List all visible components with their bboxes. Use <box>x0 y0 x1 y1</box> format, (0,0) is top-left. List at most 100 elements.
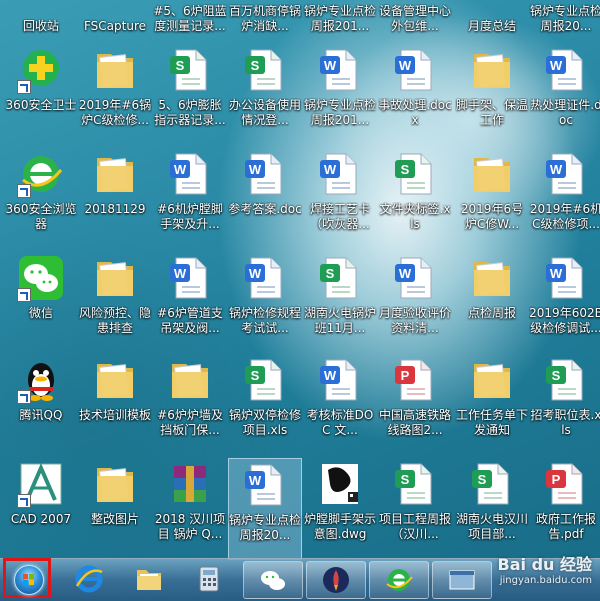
desktop-icon[interactable]: S 办公设备使用情况登... <box>228 44 302 146</box>
desktop-icon[interactable]: 脚手架、保温工作 <box>455 44 529 146</box>
desktop-icon-label: 锅炉双停检修项目.xls <box>228 408 301 437</box>
desktop-icon[interactable]: 2018 汉川项目 锅炉 Q... <box>153 458 227 560</box>
desktop-icon[interactable]: 微信 <box>4 252 78 354</box>
taskbar-360-browser[interactable] <box>369 561 429 599</box>
desktop-icon[interactable]: 炉膛脚手架示意图.dwg <box>303 458 377 560</box>
desktop-icon[interactable]: #5、6炉阻蓝度测量记录... <box>153 0 227 34</box>
svg-text:S: S <box>251 58 260 73</box>
desktop-icon[interactable]: P 中国高速铁路线路图2... <box>378 354 452 456</box>
start-button[interactable] <box>3 558 51 598</box>
svg-text:W: W <box>249 266 262 281</box>
desktop-icon[interactable]: 工作任务单下发通知 <box>455 354 529 456</box>
desktop-icon[interactable]: 腾讯QQ <box>4 354 78 456</box>
cad-icon <box>17 460 65 508</box>
desktop-icon[interactable]: 360安全卫士 <box>4 44 78 146</box>
sheet-icon: S <box>468 460 516 508</box>
desktop-icon[interactable]: 月度总结 <box>455 0 529 34</box>
desktop-icon[interactable]: W 考核标准DOC 文... <box>303 354 377 456</box>
svg-text:W: W <box>550 162 563 177</box>
desktop-icon-label: 热处理证件.doc <box>530 98 600 127</box>
dwg-icon <box>316 460 364 508</box>
desktop-icon[interactable]: 百万机商停锅炉消缺... <box>228 0 302 34</box>
folder-icon <box>91 46 139 94</box>
desktop-icon[interactable]: 风险预控、隐患排查 <box>78 252 152 354</box>
svg-text:W: W <box>174 162 187 177</box>
desktop-icon[interactable]: 点检周报 <box>455 252 529 354</box>
desktop-icon[interactable]: W 锅炉检修规程考试试... <box>228 252 302 354</box>
desktop-icon[interactable]: 技术培训模板 <box>78 354 152 456</box>
desktop-icon-label: CAD 2007 <box>10 512 72 526</box>
desktop-icon[interactable]: W 2019年602B级检修调试... <box>529 252 600 354</box>
taskbar-wechat[interactable] <box>243 561 303 599</box>
desktop-icon-label: 政府工作报告.pdf <box>535 512 596 541</box>
desktop-icon[interactable]: S 湖南火电锅炉班11月... <box>303 252 377 354</box>
desktop-icon[interactable]: CAD 2007 <box>4 458 78 560</box>
folder-icon <box>91 150 139 198</box>
desktop-icon-label: 炉膛脚手架示意图.dwg <box>303 512 376 541</box>
desktop-icon[interactable]: P 政府工作报告.pdf <box>529 458 600 560</box>
desktop-icon-label: 点检周报 <box>467 306 516 320</box>
desktop-icon-label: FSCapture <box>83 19 147 33</box>
svg-text:S: S <box>176 58 185 73</box>
desktop-icon-label: 锅炉专业点检周报20... <box>228 513 301 542</box>
desktop-icon[interactable]: 整改图片 <box>78 458 152 560</box>
desktop-icon[interactable]: 20181129 <box>78 148 152 250</box>
taskbar-window-preview[interactable] <box>432 561 492 599</box>
desktop-icon[interactable]: 360安全浏览器 <box>4 148 78 250</box>
desktop-icon[interactable]: 锅炉专业点检周报201... <box>303 0 377 34</box>
desktop-icon[interactable]: #6炉炉墙及挡板门保... <box>153 354 227 456</box>
desktop-icon[interactable]: S 湖南火电汉川项目部... <box>455 458 529 560</box>
shortcut-arrow-icon <box>17 184 31 198</box>
desktop-icon[interactable]: 锅炉专业点检周报20... <box>529 0 600 34</box>
desktop-icon-label: 锅炉专业点检周报201... <box>303 4 376 33</box>
desktop-icon[interactable]: S 文件夹标签.xls <box>378 148 452 250</box>
svg-text:W: W <box>324 162 337 177</box>
desktop-icon[interactable]: W #6机炉膛脚手架及升... <box>153 148 227 250</box>
ie-icon <box>74 564 104 598</box>
svg-text:P: P <box>552 472 561 487</box>
desktop-icon[interactable]: 2019年6号炉C修W... <box>455 148 529 250</box>
desktop-icon-label: 锅炉检修规程考试试... <box>228 306 301 335</box>
desktop-icon[interactable]: FSCapture <box>78 0 152 34</box>
desktop-icon-label: 整改图片 <box>90 512 139 526</box>
desktop-icon-label: 腾讯QQ <box>19 408 63 422</box>
desktop-icon[interactable]: S 招考职位表.xls <box>529 354 600 456</box>
desktop-icon-label: 风险预控、隐患排查 <box>78 306 151 335</box>
desktop-icon[interactable]: 设备管理中心外包维... <box>378 0 452 34</box>
desktop-icon[interactable]: W 热处理证件.doc <box>529 44 600 146</box>
taskbar-internet-explorer[interactable] <box>60 561 120 599</box>
taskbar-calculator[interactable] <box>180 561 240 599</box>
desktop-icon[interactable]: W 事故处理.docx <box>378 44 452 146</box>
desktop-icon[interactable]: W 焊接工艺卡（吹灰器... <box>303 148 377 250</box>
desktop-icon-label: 回收站 <box>22 19 59 33</box>
svg-text:W: W <box>324 58 337 73</box>
watermark-sub: jingyan.baidu.com <box>499 575 592 586</box>
word-icon: W <box>542 150 590 198</box>
desktop-icon[interactable]: 2019年#6锅炉C级检修... <box>78 44 152 146</box>
wechat-icon <box>258 565 288 599</box>
desktop-icon[interactable]: S 5、6炉膨胀指示器记录... <box>153 44 227 146</box>
desktop-icon-label: 20181129 <box>84 202 146 216</box>
desktop-icon[interactable]: S 项目工程周报（汉川... <box>378 458 452 560</box>
desktop-icon-label: 焊接工艺卡（吹灰器... <box>309 202 370 231</box>
taskbar-file-explorer[interactable] <box>120 561 180 599</box>
svg-text:S: S <box>401 472 410 487</box>
desktop-icon[interactable]: W 2019年#6机C级检修项... <box>529 148 600 250</box>
word-icon: W <box>166 150 214 198</box>
rocket-icon <box>321 565 351 599</box>
desktop-icon[interactable]: S 锅炉双停检修项目.xls <box>228 354 302 456</box>
word-icon: W <box>542 46 590 94</box>
desktop-icon[interactable]: 回收站 <box>4 0 78 34</box>
desktop-icon-label: 月度验收评价资料清... <box>378 306 451 335</box>
desktop-icon[interactable]: W 锅炉专业点检周报20... <box>228 458 302 560</box>
desktop-icon-label: 湖南火电锅炉班11月... <box>303 306 376 335</box>
svg-text:W: W <box>550 266 563 281</box>
desktop-icon[interactable]: W #6炉管道支吊架及阀... <box>153 252 227 354</box>
desktop-icon-label: #5、6炉阻蓝度测量记录... <box>153 4 227 33</box>
desktop-icon[interactable]: W 锅炉专业点检周报201... <box>303 44 377 146</box>
desktop-icon[interactable]: W 月度验收评价资料清... <box>378 252 452 354</box>
taskbar-rocket-app[interactable] <box>306 561 366 599</box>
desktop-icon[interactable]: W 参考答案.doc <box>228 148 302 250</box>
svg-text:P: P <box>401 368 410 383</box>
desktop-icon-label: 项目工程周报（汉川... <box>378 512 451 541</box>
